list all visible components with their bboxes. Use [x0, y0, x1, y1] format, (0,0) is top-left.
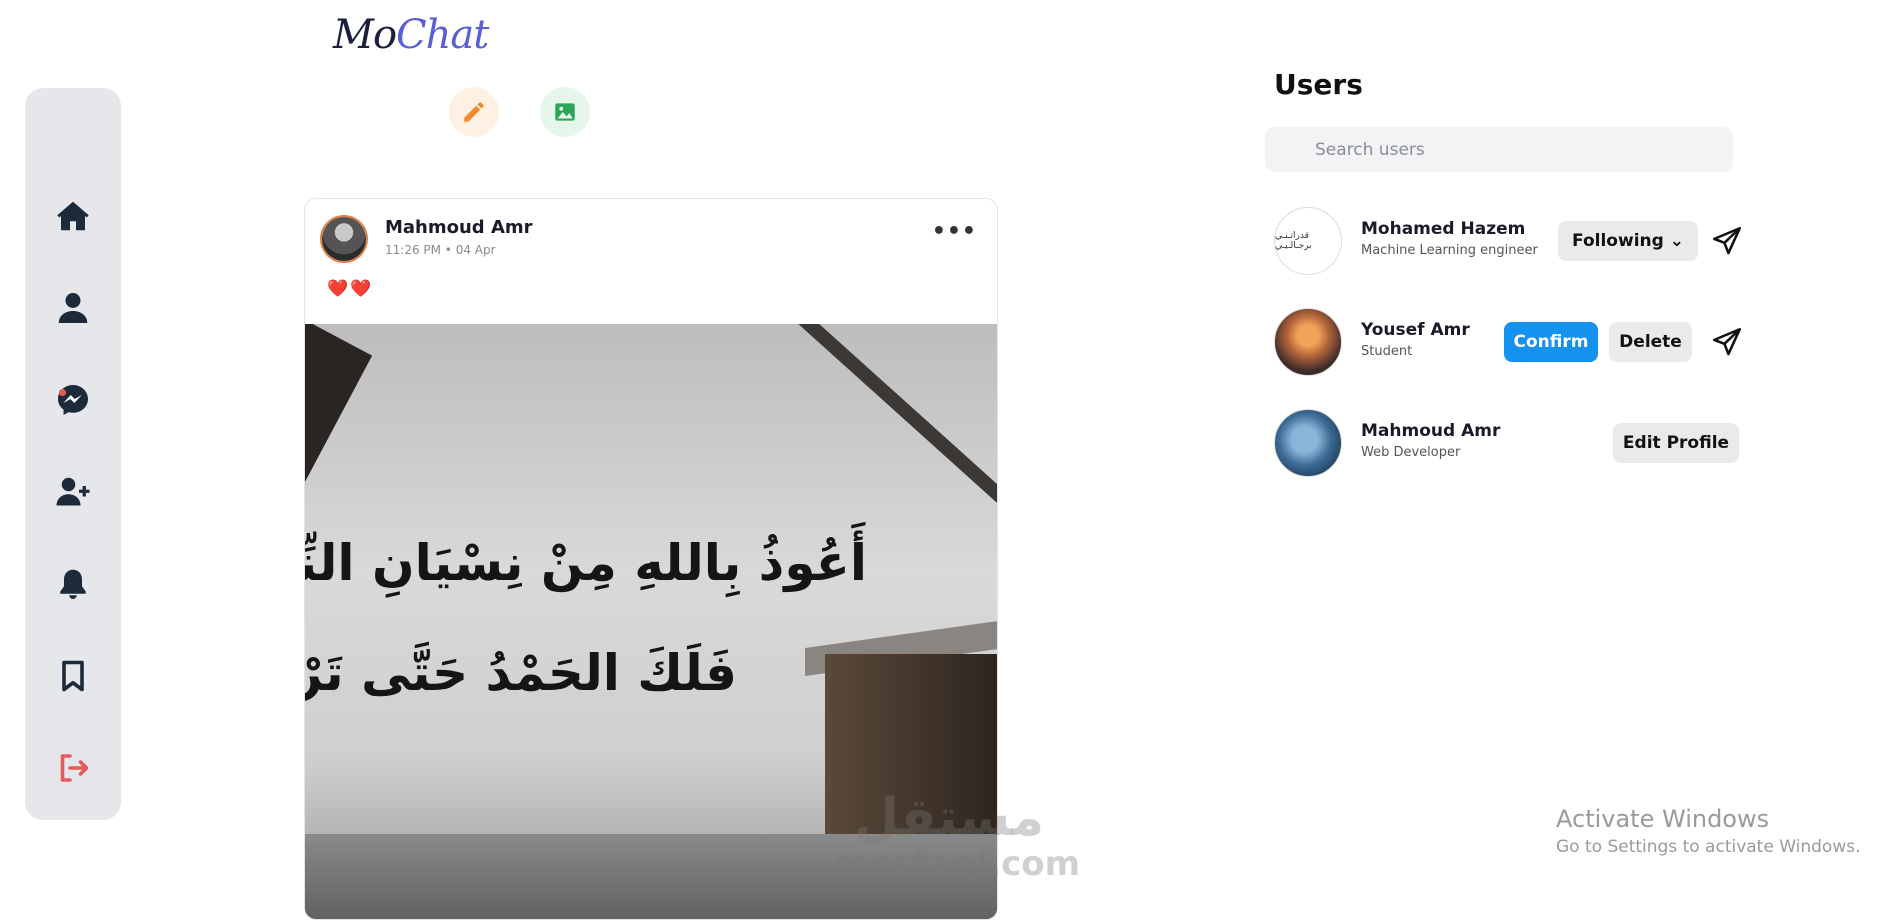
watermark-arabic: مستقل [853, 788, 1045, 848]
confirm-request-button[interactable]: Confirm [1504, 322, 1598, 362]
bookmark-icon [62, 660, 84, 692]
send-icon [1712, 226, 1742, 255]
site-watermark: مستقل mostaql.com [834, 788, 1081, 884]
user-avatar[interactable] [1274, 308, 1342, 376]
windows-activation-notice: Activate Windows Go to Settings to activ… [1556, 805, 1861, 857]
post-options-button[interactable]: ••• [932, 219, 977, 244]
user-item: Yousef Amr Student Confirm Delete [1274, 308, 1742, 380]
image-icon [555, 103, 575, 121]
bell-icon [60, 569, 86, 599]
sidebar-nav [25, 88, 121, 820]
logo-part-chat: Chat [396, 12, 489, 58]
user-name[interactable]: Mohamed Hazem [1361, 219, 1525, 239]
user-name[interactable]: Yousef Amr [1361, 320, 1470, 340]
sidebar-item-add-friend[interactable] [25, 462, 121, 522]
home-icon [57, 201, 89, 231]
sidebar-item-messages[interactable] [25, 370, 121, 430]
logo-part-mo: Mo [333, 12, 397, 58]
user-name[interactable]: Mahmoud Amr [1361, 421, 1500, 441]
sidebar-item-saved[interactable] [25, 646, 121, 706]
user-item: Mahmoud Amr Web Developer Edit Profile [1274, 409, 1739, 481]
user-avatar-logo-text: قدراتـنـي برجـالـيـي [1275, 231, 1312, 251]
post-text: ❤️❤️ [327, 279, 374, 299]
user-avatar[interactable] [1274, 409, 1342, 477]
users-panel-title: Users [1274, 68, 1363, 101]
sidebar-item-profile[interactable] [25, 278, 121, 338]
messenger-icon [58, 385, 88, 415]
edit-profile-button[interactable]: Edit Profile [1613, 423, 1739, 463]
sidebar-item-home[interactable] [25, 186, 121, 246]
app-logo[interactable]: MoChat [333, 12, 489, 58]
post-author-avatar[interactable] [320, 215, 368, 263]
post-image-caption-line2: فَلَكَ الحَمْدُ حَتَّى تَرْضَى [305, 644, 737, 702]
activation-subtitle: Go to Settings to activate Windows. [1556, 837, 1861, 857]
create-post-button[interactable] [449, 87, 499, 137]
delete-request-button[interactable]: Delete [1609, 322, 1692, 362]
sidebar-item-logout[interactable] [25, 738, 121, 798]
send-icon [1712, 327, 1742, 356]
activation-title: Activate Windows [1556, 805, 1770, 833]
post-image-caption-line1: أَعُوذُ بِاللهِ مِنْ نِسْيَانِ النِّعَمِ [305, 534, 867, 592]
post-timestamp: 11:26 PM • 04 Apr [385, 243, 496, 257]
send-message-button[interactable] [1710, 325, 1744, 359]
logout-icon [60, 754, 89, 782]
following-dropdown-button[interactable]: Following ⌄ [1558, 221, 1698, 261]
pencil-icon [464, 102, 484, 122]
user-icon [58, 293, 88, 323]
watermark-domain: mostaql.com [834, 844, 1081, 884]
user-role: Machine Learning engineer [1361, 243, 1538, 258]
post-author-name[interactable]: Mahmoud Amr [385, 217, 533, 238]
add-photo-button[interactable] [540, 87, 590, 137]
send-message-button[interactable] [1710, 224, 1744, 258]
user-role: Web Developer [1361, 445, 1461, 460]
sidebar-item-notifications[interactable] [25, 554, 121, 614]
search-users-input[interactable] [1265, 127, 1733, 172]
user-avatar[interactable]: قدراتـنـي برجـالـيـي [1274, 207, 1342, 275]
user-role: Student [1361, 344, 1413, 359]
user-item: قدراتـنـي برجـالـيـي Mohamed Hazem Machi… [1274, 207, 1742, 279]
add-user-icon [56, 477, 90, 506]
